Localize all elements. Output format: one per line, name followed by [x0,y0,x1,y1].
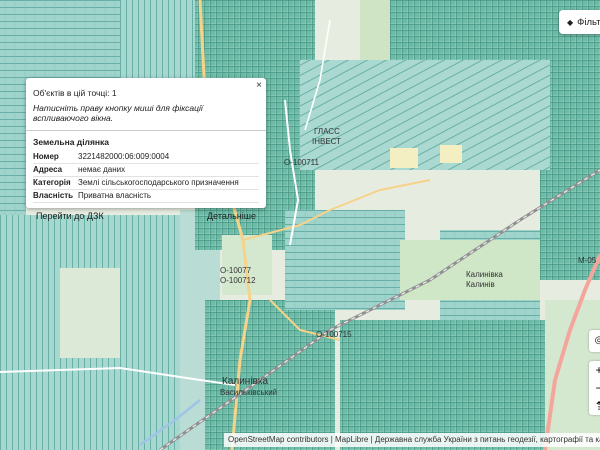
parcel-area-middle [300,60,550,170]
parcel-area-northwest [0,0,120,80]
layers-icon: ◆ [567,17,574,27]
row-key: Власність [33,189,78,203]
target-icon: ◎ [594,335,600,346]
map-label-road3: О-100715 [316,330,352,339]
row-key: Категорія [33,176,78,190]
table-row: Адреса немає даних [33,163,259,177]
map-label-village: Калинівка [222,376,268,387]
objects-count: Об'єктів в цій точці: 1 [33,88,117,98]
go-to-dzk-button[interactable]: Перейти до ДЗК [33,209,107,223]
map-label-highway: М-05 [578,256,597,265]
map-label-road4: О-10077 [220,266,252,275]
map-label-town2: Калинівка [466,270,503,279]
zoom-control: + − ⇡ [589,361,600,415]
cadastral-map[interactable]: ГЛАСС ІНВЕСТ О-100711 О-10077 О-100712 О… [0,0,600,450]
popup-hint: Натисніть праву кнопку миші для фіксації… [33,103,203,123]
map-label-district: Васильківський [220,388,277,397]
row-value: немає даних [78,163,259,177]
sand-area [390,148,418,168]
green-area [360,0,390,60]
parcel-area-middle-south [285,210,405,310]
map-label-invest: ІНВЕСТ [312,137,341,146]
table-row: Номер 3221482000:06:009:0004 [33,151,259,164]
close-icon[interactable]: × [256,80,262,91]
filter-button[interactable]: ◆ Фільт [559,10,600,34]
row-key: Адреса [33,163,78,177]
row-value: 3221482000:06:009:0004 [78,151,259,164]
map-label-road2: О-100712 [220,276,256,285]
field-block [60,268,120,358]
locate-button[interactable]: ◎ [589,330,600,352]
row-value: Землі сільськогосподарського призначення [78,176,259,190]
parcel-area-north [120,0,200,78]
info-popup: × Об'єктів в цій точці: 1 Натисніть прав… [26,78,266,221]
map-label-town2-sub: Калинів [466,280,495,289]
table-row: Категорія Землі сільськогосподарського п… [33,176,259,190]
parcel-area-village [205,300,335,450]
sand-area [440,145,462,163]
table-row: Власність Приватна власність [33,189,259,203]
row-value: Приватна власність [78,189,259,203]
map-attribution: OpenStreetMap contributors | MapLibre | … [224,433,600,447]
divider [26,130,266,131]
parcel-area-west-mid [0,80,26,215]
zoom-in-button[interactable]: + [589,361,600,379]
map-label-road1: О-100711 [284,158,320,167]
map-label-glass: ГЛАСС [314,127,340,136]
compass-button[interactable]: ⇡ [589,397,600,415]
zoom-out-button[interactable]: − [589,379,600,397]
details-button[interactable]: Детальніше [204,209,259,223]
row-key: Номер [33,151,78,164]
parcel-area-south-east [340,320,580,450]
attributes-table: Номер 3221482000:06:009:0004 Адреса нема… [33,151,259,203]
filter-label: Фільт [577,16,600,28]
section-title: Земельна ділянка [33,137,110,147]
